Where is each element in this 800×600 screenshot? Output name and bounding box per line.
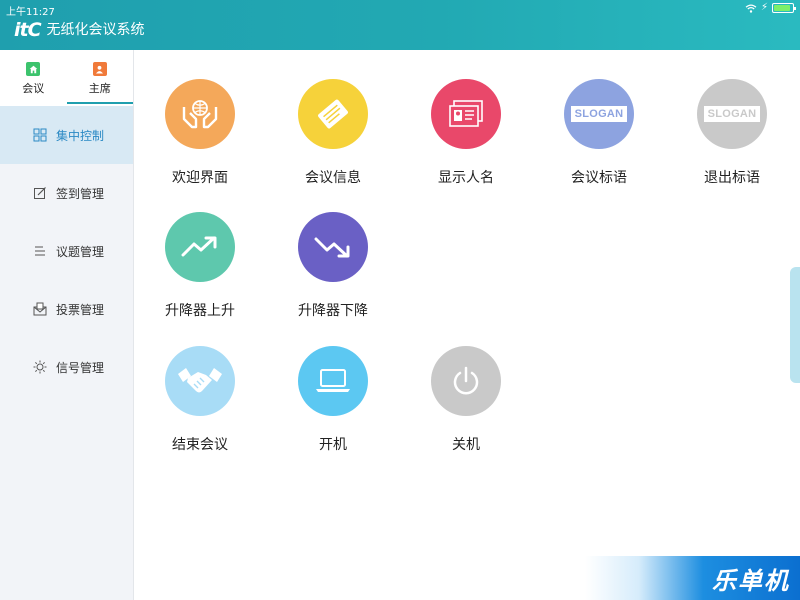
sidebar-item-label: 议题管理 xyxy=(56,244,105,259)
trend-down-icon xyxy=(298,212,368,282)
sign-in-icon xyxy=(34,187,46,199)
grid-icon xyxy=(33,128,47,142)
laptop-icon xyxy=(298,346,368,416)
role-tab-meeting[interactable]: 会议 xyxy=(0,50,67,106)
tile-label: 会议标语 xyxy=(571,170,627,186)
battery-level xyxy=(774,5,791,11)
sidebar-item-central-control[interactable]: 集中控制 xyxy=(0,106,133,164)
tile-exit-slogan[interactable]: SLOGAN 退出标语 xyxy=(672,79,792,187)
person-icon xyxy=(92,62,107,76)
welcome-hands-icon xyxy=(165,79,235,149)
slogan-badge: SLOGAN xyxy=(570,106,628,122)
tile-label: 显示人名 xyxy=(438,170,494,186)
slogan-icon: SLOGAN xyxy=(564,79,634,149)
sidebar-nav: 集中控制 签到管理 议题管理 投票管理 信号管理 xyxy=(0,106,133,396)
power-icon xyxy=(431,346,501,416)
tile-end-meeting[interactable]: 结束会议 xyxy=(140,346,260,454)
ballot-icon xyxy=(33,302,47,316)
trend-up-icon xyxy=(165,212,235,282)
tile-lift-up[interactable]: 升降器上升 xyxy=(140,212,260,320)
sidebar-item-voting[interactable]: 投票管理 xyxy=(0,280,133,338)
status-bar: 上午11:27 ⚡ xyxy=(0,0,800,18)
battery-icon xyxy=(772,3,796,13)
role-tabs: 会议 主席 xyxy=(0,50,133,106)
handshake-icon xyxy=(165,346,235,416)
tile-power-on[interactable]: 开机 xyxy=(273,346,393,454)
app-header: 上午11:27 ⚡ itC 无纸化会议系统 xyxy=(0,0,800,50)
sidebar-item-label: 投票管理 xyxy=(56,302,105,317)
sidebar-item-label: 签到管理 xyxy=(56,186,105,201)
sidebar-item-label: 信号管理 xyxy=(56,360,105,375)
signal-icon xyxy=(33,360,47,374)
sidebar: 会议 主席 集中控制 签到管理 议题管理 投票管理 信号管理 xyxy=(0,50,134,600)
sidebar-item-sign-in[interactable]: 签到管理 xyxy=(0,164,133,222)
tile-lift-down[interactable]: 升降器下降 xyxy=(273,212,393,320)
sidebar-item-topics[interactable]: 议题管理 xyxy=(0,222,133,280)
charging-icon: ⚡ xyxy=(760,2,768,13)
control-panel: 欢迎界面 会议信息 显示人名 SLOGAN 会议标语 SLOGAN 退出标语 升… xyxy=(135,50,800,600)
meeting-info-icon xyxy=(298,79,368,149)
role-tab-label: 主席 xyxy=(88,82,111,95)
tile-label: 开机 xyxy=(319,437,347,453)
wifi-icon xyxy=(745,4,757,13)
slogan-badge: SLOGAN xyxy=(703,106,761,122)
tile-show-name[interactable]: 显示人名 xyxy=(406,79,526,187)
sidebar-item-label: 集中控制 xyxy=(56,128,105,143)
tile-meeting-slogan[interactable]: SLOGAN 会议标语 xyxy=(539,79,659,187)
app-logo: itC xyxy=(14,19,42,41)
tile-label: 关机 xyxy=(452,437,480,453)
home-icon xyxy=(26,62,41,76)
tile-power-off[interactable]: 关机 xyxy=(406,346,526,454)
role-tab-label: 会议 xyxy=(22,82,45,95)
tile-meeting-info[interactable]: 会议信息 xyxy=(273,79,393,187)
edge-drawer-handle[interactable] xyxy=(790,267,800,383)
slogan-icon: SLOGAN xyxy=(697,79,767,149)
tile-label: 欢迎界面 xyxy=(172,170,228,186)
active-role-indicator xyxy=(67,102,133,104)
tile-label: 升降器下降 xyxy=(298,303,368,319)
app-title: 无纸化会议系统 xyxy=(46,22,145,38)
status-time: 上午11:27 xyxy=(6,7,55,18)
sidebar-item-signal[interactable]: 信号管理 xyxy=(0,338,133,396)
status-icons: ⚡ xyxy=(745,2,796,13)
brand: itC 无纸化会议系统 xyxy=(14,20,145,40)
list-icon xyxy=(35,246,45,256)
name-card-icon xyxy=(431,79,501,149)
tile-label: 退出标语 xyxy=(704,170,760,186)
tile-label: 会议信息 xyxy=(305,170,361,186)
role-tab-chair[interactable]: 主席 xyxy=(67,50,134,106)
watermark: 乐单机 xyxy=(585,556,800,600)
tile-label: 结束会议 xyxy=(172,437,228,453)
tile-label: 升降器上升 xyxy=(165,303,235,319)
tile-welcome-screen[interactable]: 欢迎界面 xyxy=(140,79,260,187)
watermark-text: 乐单机 xyxy=(712,566,790,595)
